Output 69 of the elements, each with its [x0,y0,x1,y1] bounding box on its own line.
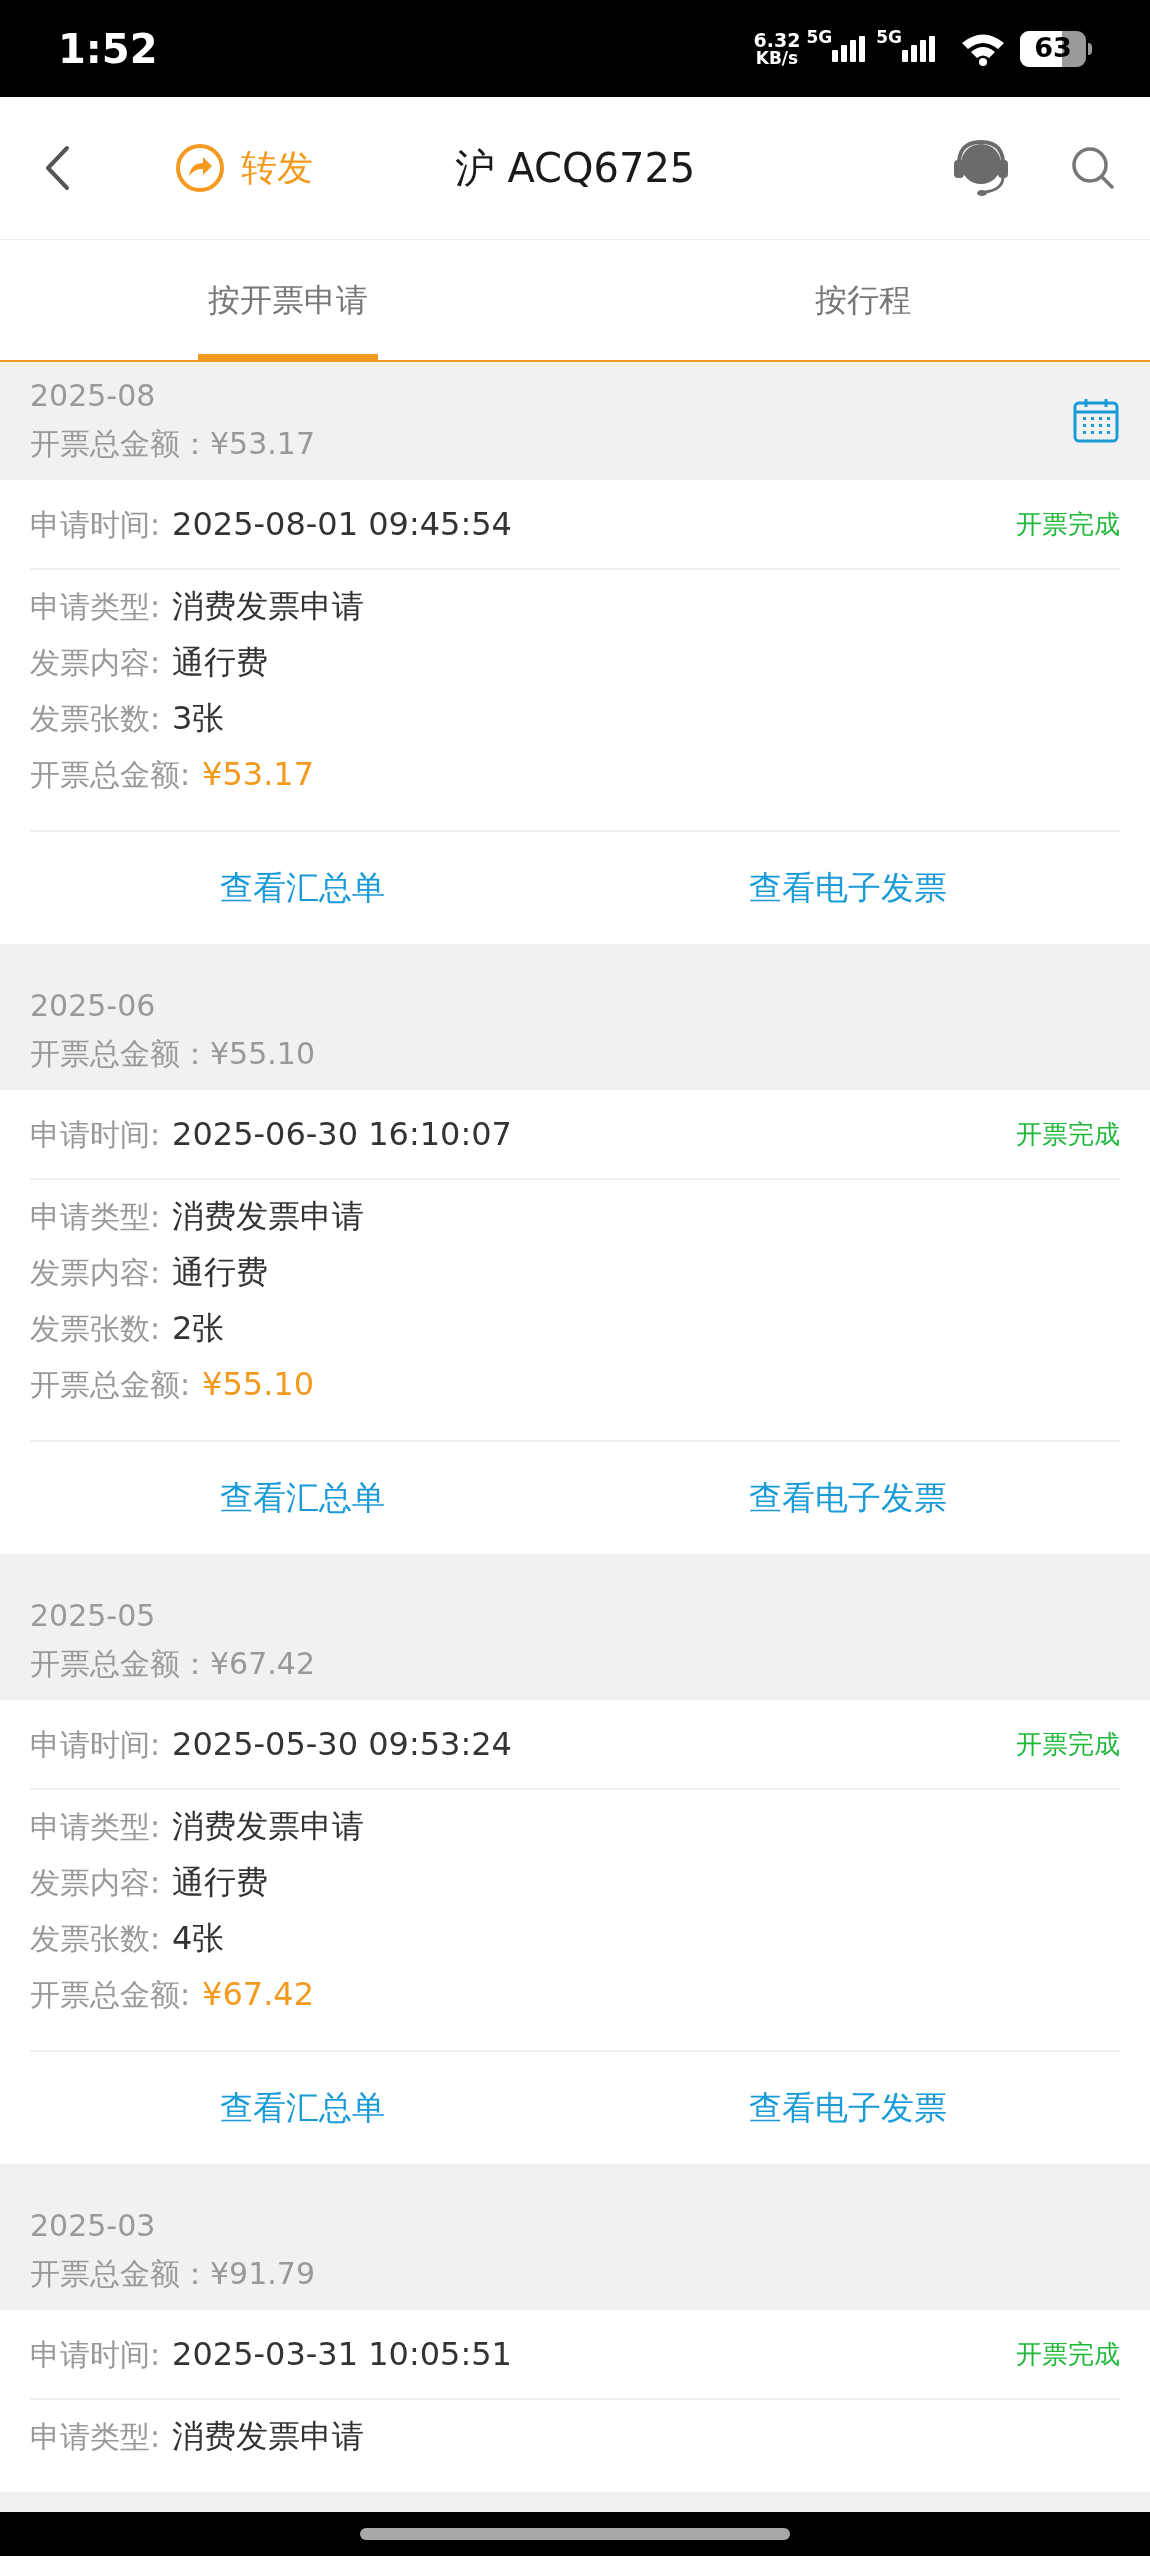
field-value: 消费发票申请 [172,586,365,627]
signal-icon [902,35,936,62]
search-icon [1070,145,1116,191]
action-link[interactable]: 查看汇总单 [220,2083,385,2133]
network-type: 5G [806,27,833,46]
field-value: 4张 [172,1918,225,1959]
field-label: 开票总金额: [30,1975,191,2014]
field-label: 开票总金额: [30,755,191,794]
forward-icon [175,143,225,193]
field-value: 通行费 [172,642,269,683]
field-label: 申请时间: [30,1725,161,1764]
status-label: 开票完成 [1016,2337,1120,2371]
network-speed: 6.32 [753,30,801,49]
calendar-icon[interactable] [1072,396,1120,444]
field-value: 消费发票申请 [172,1806,365,1847]
status-label: 开票完成 [1016,1727,1120,1761]
action-link[interactable]: 查看电子发票 [748,863,947,913]
action-link[interactable]: 查看汇总单 [220,1473,385,1523]
field-value: 2025-08-01 09:45:54 [172,504,513,545]
field-label: 发票张数: [30,699,161,738]
status-label: 开票完成 [1016,507,1120,541]
field-value: 消费发票申请 [172,2416,365,2457]
field-value: ¥67.42 [202,1974,315,2015]
month-total: 开票总金额：¥67.42 [30,1645,316,1683]
status-time: 1:52 [58,24,158,74]
field-value: 通行费 [172,1252,269,1293]
tab[interactable]: 按行程 [575,240,1150,360]
signal-icon [832,35,867,62]
page-title: 沪 ACQ6725 [454,144,696,193]
month-total: 开票总金额：¥91.79 [30,2255,316,2293]
battery-indicator: 63 [1020,30,1086,67]
field-value: 2025-03-31 10:05:51 [172,2334,513,2375]
field-value: 3张 [172,698,225,739]
field-label: 发票内容: [30,1863,161,1902]
field-value: 2025-06-30 16:10:07 [172,1114,513,1155]
month-label: 2025-03 [30,2207,157,2245]
field-value: 2025-05-30 09:53:24 [172,1724,513,1765]
headset-icon [952,138,1010,198]
field-label: 申请类型: [30,1197,161,1236]
field-value: 2张 [172,1308,225,1349]
network-type: 5G [876,27,902,46]
field-label: 申请时间: [30,505,161,544]
field-label: 申请类型: [30,1807,161,1846]
action-link[interactable]: 查看汇总单 [220,863,385,913]
month-label: 2025-08 [30,377,157,415]
tab[interactable]: 按开票申请 [0,240,575,360]
field-label: 申请时间: [30,1115,161,1154]
field-label: 申请时间: [30,2335,161,2374]
field-label: 发票内容: [30,1253,161,1292]
month-label: 2025-05 [30,1597,157,1635]
status-label: 开票完成 [1016,1117,1120,1151]
month-label: 2025-06 [30,987,157,1025]
month-total: 开票总金额：¥53.17 [30,425,316,463]
forward-button[interactable]: 转发 [175,133,313,203]
field-value: 消费发票申请 [172,1196,365,1237]
month-total: 开票总金额：¥55.10 [30,1035,316,1073]
field-value: ¥55.10 [202,1364,315,1405]
network-speed-unit: KB/s [755,48,799,67]
action-link[interactable]: 查看电子发票 [748,1473,947,1523]
field-label: 发票张数: [30,1919,161,1958]
back-icon [44,145,70,191]
field-value: 通行费 [172,1862,269,1903]
field-label: 发票内容: [30,643,161,682]
field-label: 申请类型: [30,587,161,626]
field-label: 开票总金额: [30,1365,191,1404]
field-label: 发票张数: [30,1309,161,1348]
field-label: 申请类型: [30,2417,161,2456]
field-value: ¥53.17 [202,754,315,795]
action-link[interactable]: 查看电子发票 [748,2083,947,2133]
